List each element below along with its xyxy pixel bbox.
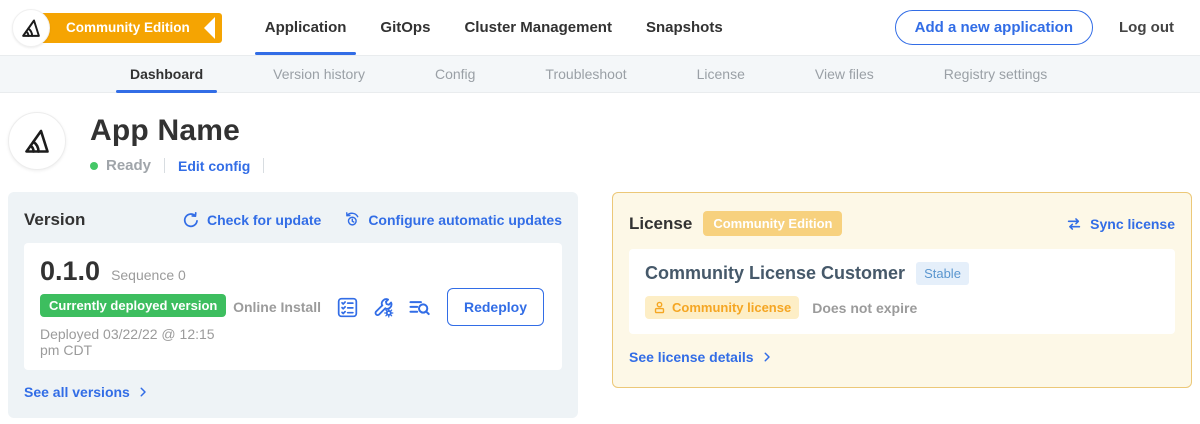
add-new-application-button[interactable]: Add a new application xyxy=(895,10,1093,45)
license-type-label: Community license xyxy=(672,300,791,315)
divider xyxy=(164,158,165,173)
status-label: Ready xyxy=(106,157,151,174)
dashboard-content: Version Check for update xyxy=(0,192,1200,418)
current-version-panel: 0.1.0 Sequence 0 Currently deployed vers… xyxy=(24,243,562,370)
nav-item-application[interactable]: Application xyxy=(248,0,364,55)
version-number: 0.1.0 xyxy=(40,256,100,287)
replicated-logo-icon xyxy=(19,16,43,40)
logout-link[interactable]: Log out xyxy=(1119,19,1174,36)
chevron-right-icon xyxy=(137,386,149,398)
deployed-timestamp: Deployed 03/22/22 @ 12:15 pm CDT xyxy=(40,326,233,358)
tab-config[interactable]: Config xyxy=(421,56,489,92)
divider xyxy=(263,158,264,173)
preflight-checks-icon xyxy=(336,296,359,319)
top-nav-right: Add a new application Log out xyxy=(895,0,1200,55)
view-logs-icon xyxy=(408,296,431,319)
sequence-label: Sequence 0 xyxy=(111,267,186,283)
edit-config-link[interactable]: Edit config xyxy=(178,158,250,174)
version-card-title: Version xyxy=(24,210,85,230)
config-tools-icon xyxy=(372,296,395,319)
ready-status-dot xyxy=(90,162,98,170)
tab-dashboard[interactable]: Dashboard xyxy=(116,56,217,92)
check-for-update-link[interactable]: Check for update xyxy=(182,211,321,229)
app-logo-icon xyxy=(21,125,53,157)
see-license-details-label: See license details xyxy=(629,349,754,365)
version-card: Version Check for update xyxy=(8,192,578,418)
nav-item-gitops[interactable]: GitOps xyxy=(363,0,447,55)
community-edition-ribbon: Community Edition xyxy=(32,13,222,43)
nav-item-snapshots[interactable]: Snapshots xyxy=(629,0,740,55)
currently-deployed-badge: Currently deployed version xyxy=(40,294,226,317)
sync-license-link[interactable]: Sync license xyxy=(1065,215,1175,233)
schedule-update-icon xyxy=(343,211,361,229)
license-type-badge: Community license xyxy=(645,296,799,319)
page-title: App Name xyxy=(90,114,277,148)
expiration-label: Does not expire xyxy=(812,300,917,316)
configure-automatic-updates-label: Configure automatic updates xyxy=(368,212,562,228)
nav-item-cluster-management[interactable]: Cluster Management xyxy=(447,0,629,55)
preflight-checks-button[interactable] xyxy=(336,296,359,319)
brand: Community Edition xyxy=(12,0,222,55)
app-avatar xyxy=(8,112,66,170)
tab-version-history[interactable]: Version history xyxy=(259,56,379,92)
tab-view-files[interactable]: View files xyxy=(801,56,888,92)
see-license-details-link[interactable]: See license details xyxy=(629,349,773,365)
redeploy-button[interactable]: Redeploy xyxy=(447,288,544,326)
tab-license[interactable]: License xyxy=(683,56,759,92)
top-nav: Community Edition Application GitOps Clu… xyxy=(0,0,1200,55)
community-edition-badge: Community Edition xyxy=(703,211,842,236)
sync-arrows-icon xyxy=(1065,215,1083,233)
license-card-title: License xyxy=(629,214,692,234)
see-all-versions-link[interactable]: See all versions xyxy=(24,384,149,400)
tab-registry-settings[interactable]: Registry settings xyxy=(930,56,1061,92)
app-sub-nav: Dashboard Version history Config Trouble… xyxy=(0,55,1200,93)
check-for-update-label: Check for update xyxy=(207,212,321,228)
customer-name: Community License Customer xyxy=(645,263,905,284)
license-card: License Community Edition Sync license C… xyxy=(612,192,1192,388)
primary-nav: Application GitOps Cluster Management Sn… xyxy=(248,0,740,55)
view-logs-button[interactable] xyxy=(408,296,431,319)
sync-license-label: Sync license xyxy=(1090,216,1175,232)
app-header: App Name Ready Edit config xyxy=(0,93,1200,192)
person-license-icon xyxy=(653,301,666,314)
channel-badge: Stable xyxy=(916,262,969,285)
chevron-right-icon xyxy=(761,351,773,363)
license-details-panel: Community License Customer Stable Commun… xyxy=(629,249,1175,334)
see-all-versions-label: See all versions xyxy=(24,384,130,400)
config-tools-button[interactable] xyxy=(372,296,395,319)
replicated-logo[interactable] xyxy=(12,9,50,47)
refresh-icon xyxy=(182,211,200,229)
install-type-label: Online Install xyxy=(233,299,321,315)
configure-automatic-updates-link[interactable]: Configure automatic updates xyxy=(343,211,562,229)
tab-troubleshoot[interactable]: Troubleshoot xyxy=(531,56,640,92)
